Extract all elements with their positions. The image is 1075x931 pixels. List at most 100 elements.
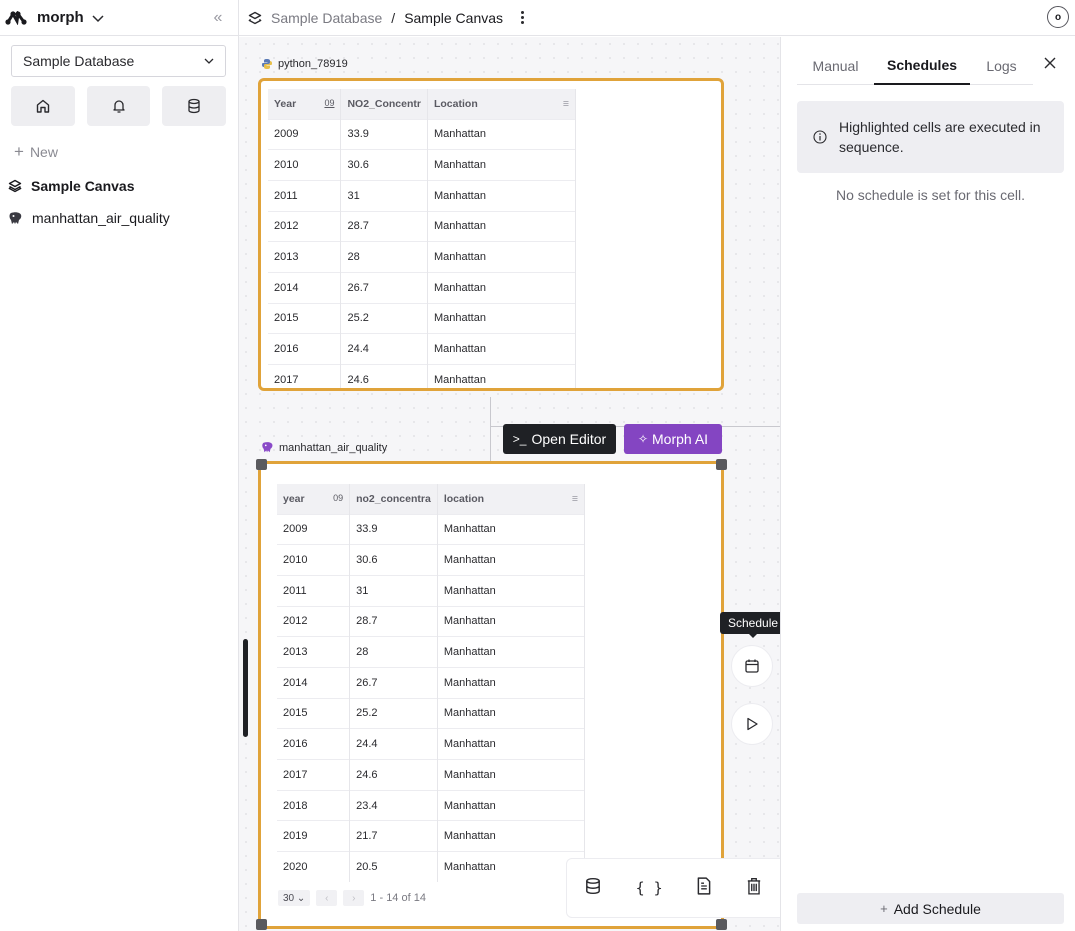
table-cell[interactable]: 2017 (277, 759, 351, 791)
table-row[interactable]: 2015 25.2 Manhattan (268, 302, 577, 334)
table-cell[interactable]: 2013 (268, 241, 342, 273)
column-header-year[interactable]: Year 09 (268, 89, 342, 119)
table-row[interactable]: 2019 21.7 Manhattan (277, 820, 586, 852)
table-cell[interactable]: Manhattan (437, 851, 586, 883)
schedule-button[interactable] (731, 645, 773, 687)
prev-page-button[interactable]: ‹ (316, 890, 338, 906)
table-cell[interactable]: 24.4 (340, 333, 428, 365)
morph-ai-button[interactable]: ✧ Morph AI (624, 424, 722, 454)
table-row[interactable]: 2017 24.6 Manhattan (277, 759, 586, 791)
table-cell[interactable]: 2017 (268, 364, 342, 388)
table-row[interactable]: 2017 24.6 Manhattan (268, 364, 577, 388)
database-tool-button[interactable] (584, 877, 602, 900)
table-cell[interactable]: Manhattan (427, 149, 577, 181)
table-row[interactable]: 2011 31 Manhattan (268, 179, 577, 212)
table-row[interactable]: 2010 30.6 Manhattan (277, 544, 586, 576)
table-cell[interactable]: Manhattan (437, 820, 586, 852)
table-cell[interactable]: 24.6 (349, 759, 438, 791)
table-cell[interactable]: Manhattan (437, 789, 586, 821)
cell-name[interactable]: manhattan_air_quality (279, 442, 387, 454)
table-cell[interactable]: Manhattan (437, 513, 586, 545)
resize-handle[interactable] (716, 459, 727, 470)
table-cell[interactable]: Manhattan (427, 271, 577, 304)
table-cell[interactable]: 28 (349, 636, 438, 668)
new-button[interactable]: + New (14, 142, 58, 162)
close-icon[interactable] (1043, 56, 1057, 70)
table-cell[interactable]: 2013 (277, 636, 351, 668)
document-tool-button[interactable] (696, 876, 712, 900)
database-select[interactable]: Sample Database (11, 45, 226, 77)
table-cell[interactable]: Manhattan (427, 364, 577, 388)
delete-tool-button[interactable] (746, 877, 762, 900)
more-options-icon[interactable] (519, 11, 525, 24)
table-cell[interactable]: 2009 (277, 513, 351, 545)
braces-tool-button[interactable]: { } (636, 879, 663, 898)
table-cell[interactable]: 24.4 (349, 728, 438, 760)
table-row[interactable]: 2013 28 Manhattan (268, 241, 577, 273)
table-cell[interactable]: 28.7 (340, 210, 428, 242)
table-cell[interactable]: Manhattan (427, 241, 577, 273)
tab-logs[interactable]: Logs (970, 47, 1033, 85)
column-header-year[interactable]: year 09 (277, 484, 351, 514)
add-schedule-button[interactable]: + Add Schedule (797, 893, 1064, 924)
table-cell[interactable]: 2012 (277, 605, 351, 637)
table-cell[interactable]: Manhattan (437, 544, 586, 576)
table-cell[interactable]: 2015 (268, 302, 342, 334)
table-cell[interactable]: 21.7 (349, 820, 438, 852)
collapse-sidebar-icon[interactable]: « (206, 9, 230, 27)
table-cell[interactable]: 33.9 (340, 118, 428, 150)
sidebar-item-manhattan-air-quality[interactable]: manhattan_air_quality (8, 210, 170, 226)
cell-name[interactable]: python_78919 (278, 58, 348, 70)
table-cell[interactable]: 2020 (277, 851, 351, 883)
table-cell[interactable]: 2010 (277, 544, 351, 576)
table-cell[interactable]: Manhattan (437, 574, 586, 607)
column-menu-icon[interactable]: ≡ (563, 98, 569, 110)
sidebar-item-sample-canvas[interactable]: Sample Canvas (8, 178, 135, 194)
column-header-no2[interactable]: NO2_Concentr (340, 89, 428, 119)
table-row[interactable]: 2020 20.5 Manhattan (277, 851, 586, 883)
table-cell[interactable]: 23.4 (349, 789, 438, 821)
table-cell[interactable]: 25.2 (340, 302, 428, 334)
table-cell[interactable]: 28.7 (349, 605, 438, 637)
column-header-location[interactable]: location ≡ (437, 484, 586, 514)
table-cell[interactable]: 25.2 (349, 697, 438, 729)
table-cell[interactable]: Manhattan (437, 728, 586, 760)
table-cell[interactable]: 30.6 (340, 149, 428, 181)
table-row[interactable]: 2012 28.7 Manhattan (268, 210, 577, 242)
table-cell[interactable]: Manhattan (427, 333, 577, 365)
database-button[interactable] (162, 86, 227, 126)
next-page-button[interactable]: › (343, 890, 365, 906)
run-button[interactable] (731, 703, 773, 745)
table-cell[interactable]: Manhattan (437, 605, 586, 637)
resize-handle[interactable] (716, 919, 727, 930)
table-cell[interactable]: 2018 (277, 789, 351, 821)
table-cell[interactable]: 2015 (277, 697, 351, 729)
table-row[interactable]: 2013 28 Manhattan (277, 636, 586, 668)
resize-handle[interactable] (256, 919, 267, 930)
canvas[interactable]: python_78919 Year 09 NO2_Concentr Locatio… (239, 37, 780, 931)
table-row[interactable]: 2014 26.7 Manhattan (277, 666, 586, 699)
notifications-button[interactable] (86, 86, 151, 126)
table-cell[interactable]: 2009 (268, 118, 342, 150)
table-cell[interactable]: 2010 (268, 149, 342, 181)
table-cell[interactable]: 28 (340, 241, 428, 273)
table-cell[interactable]: Manhattan (427, 179, 577, 212)
table-cell[interactable]: 2014 (277, 666, 351, 699)
table-cell[interactable]: 2016 (268, 333, 342, 365)
table-row[interactable]: 2012 28.7 Manhattan (277, 605, 586, 637)
table-cell[interactable]: Manhattan (427, 302, 577, 334)
python-cell[interactable]: Year 09 NO2_Concentr Location ≡ 2009 33.9 Ma… (258, 78, 724, 391)
table-cell[interactable]: 26.7 (340, 271, 428, 304)
table-cell[interactable]: 33.9 (349, 513, 438, 545)
table-cell[interactable]: 30.6 (349, 544, 438, 576)
tab-manual[interactable]: Manual (797, 47, 874, 85)
column-header-location[interactable]: Location ≡ (427, 89, 577, 119)
table-row[interactable]: 2010 30.6 Manhattan (268, 149, 577, 181)
table-cell[interactable]: 26.7 (349, 666, 438, 699)
page-size-select[interactable]: 30 ⌄ (278, 890, 311, 906)
table-cell[interactable]: 31 (349, 574, 438, 607)
table-cell[interactable]: Manhattan (437, 636, 586, 668)
table-cell[interactable]: 24.6 (340, 364, 428, 388)
workspace-name[interactable]: morph (37, 9, 84, 26)
table-row[interactable]: 2016 24.4 Manhattan (268, 333, 577, 365)
